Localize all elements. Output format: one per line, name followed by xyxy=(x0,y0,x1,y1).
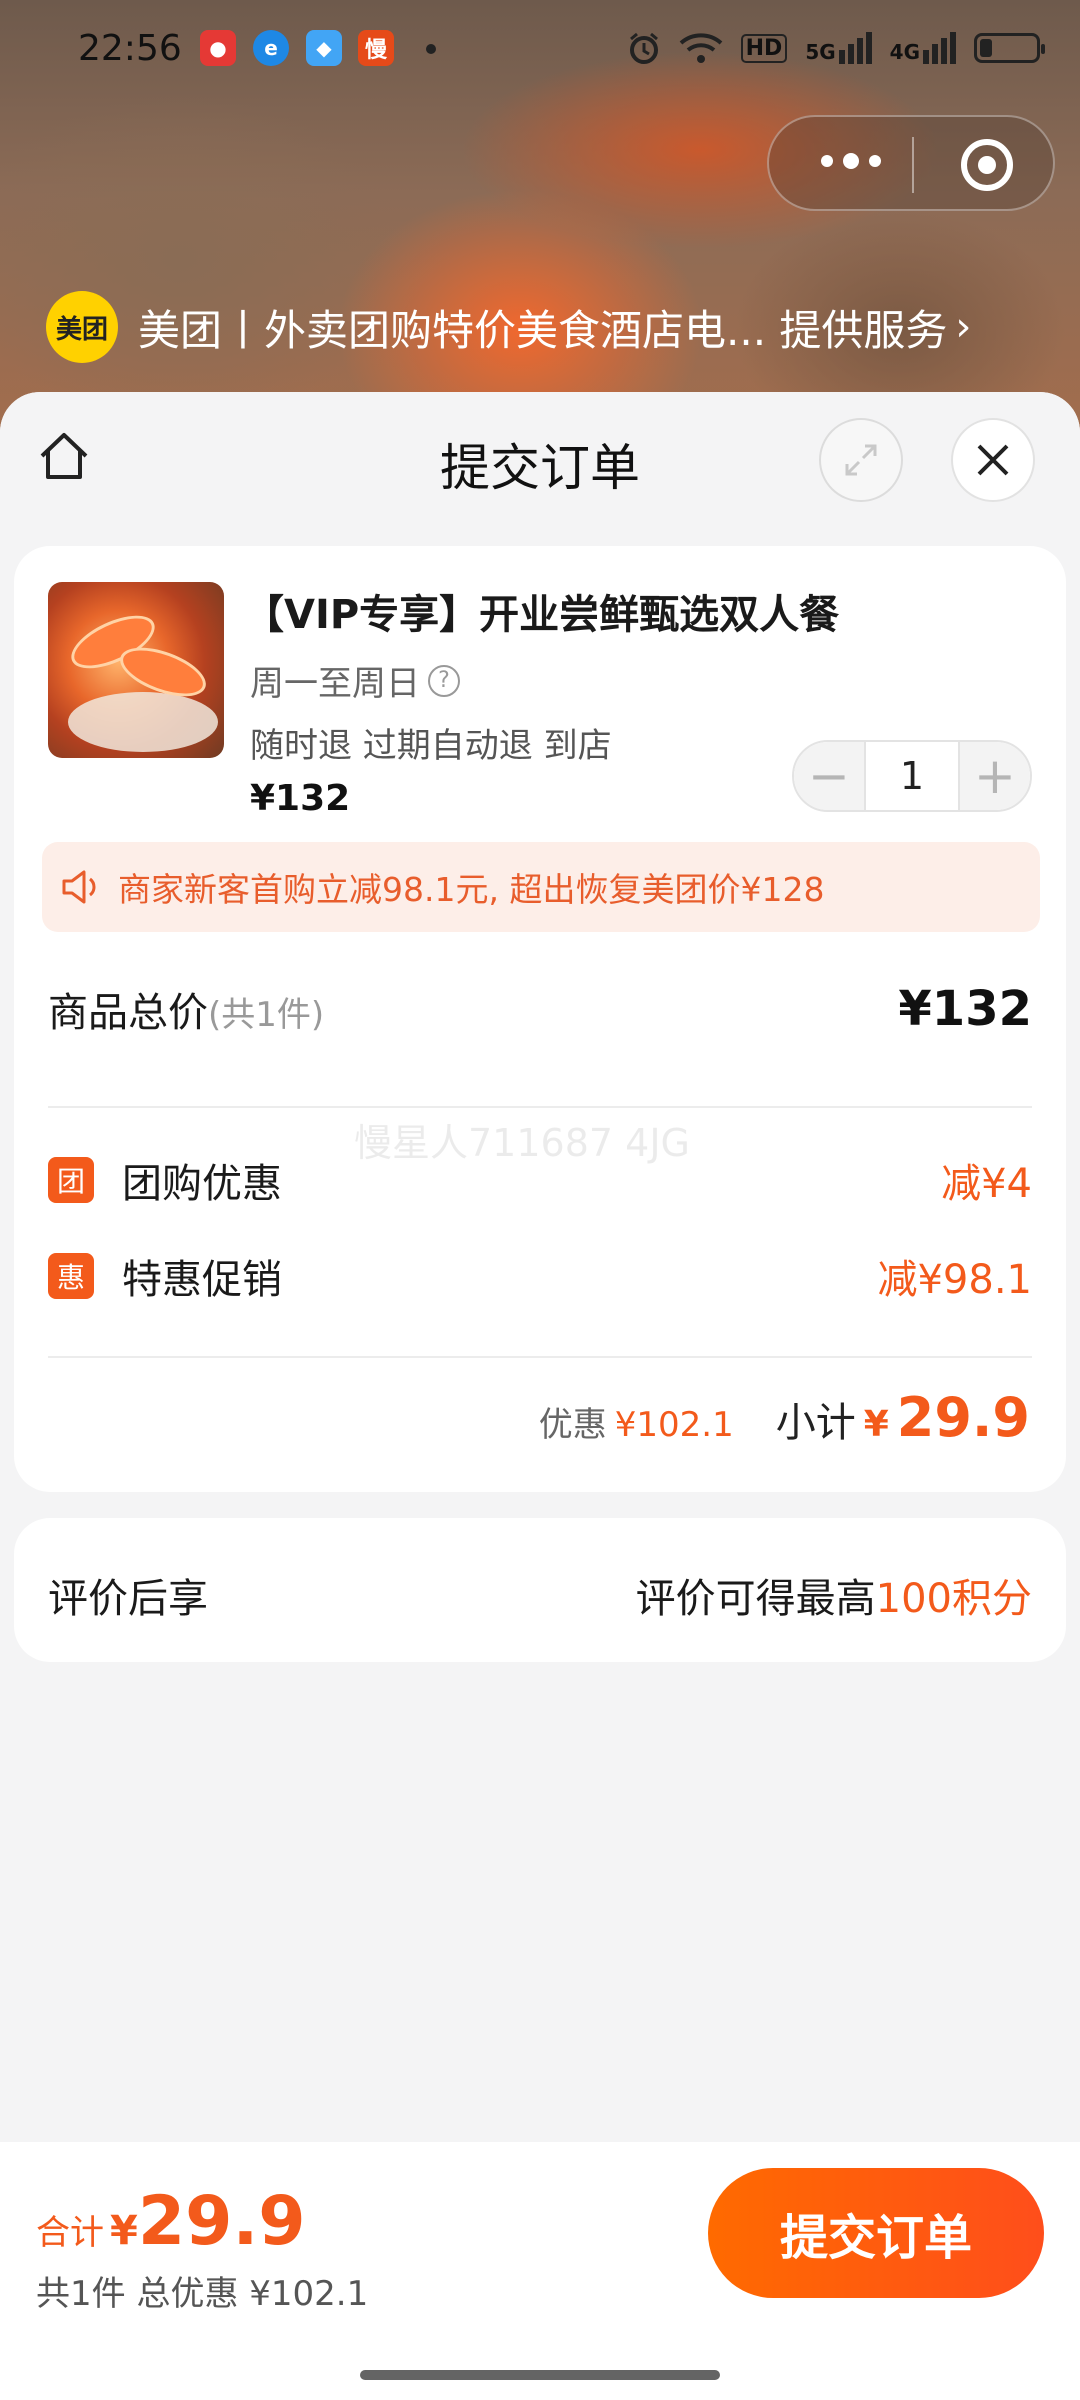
watermark: 慢星人711687 4JG xyxy=(354,1121,690,1165)
grand-total-currency: ¥ xyxy=(110,2208,138,2254)
product-days-text: 周一至周日 xyxy=(250,664,420,704)
battery-icon xyxy=(974,33,1045,63)
signal-4g-icon: 4G xyxy=(890,32,956,64)
close-icon xyxy=(977,444,1009,476)
grand-total: 合计 ¥ 29.9 xyxy=(36,2182,306,2261)
subtotal-row: 优惠 ¥102.1 小计 ¥ 29.9 xyxy=(539,1386,1030,1449)
discount-label: 优惠 xyxy=(538,1405,607,1445)
wifi-icon xyxy=(679,33,722,63)
product-image[interactable] xyxy=(48,582,224,758)
group-buy-label: 团购优惠 xyxy=(122,1161,282,1207)
product-price: ¥132 xyxy=(250,778,351,819)
subtotal-label: 小计 xyxy=(775,1400,856,1446)
signal-5g-icon: 5G xyxy=(805,32,872,64)
hd-indicator: HD xyxy=(740,33,788,63)
chevron-right-icon: › xyxy=(955,304,972,350)
group-buy-badge: 团 xyxy=(48,1157,94,1203)
promo-banner: 商家新客首购立减98.1元, 超出恢复美团价¥128 xyxy=(42,842,1040,932)
signal-4g-label: 4G xyxy=(889,40,920,64)
review-reward-card[interactable]: 评价后享 评价可得最高100积分 xyxy=(14,1518,1066,1662)
goods-total-text: 商品总价 xyxy=(48,990,208,1036)
close-button[interactable] xyxy=(951,418,1035,502)
mini-program-capsule xyxy=(767,115,1055,211)
grand-total-label: 合计 xyxy=(36,2213,104,2253)
review-reward-prefix: 评价可得最高 xyxy=(635,1576,876,1622)
help-icon[interactable]: ? xyxy=(428,664,460,697)
increase-button[interactable]: + xyxy=(960,742,1030,810)
status-time: 22:56 xyxy=(78,28,182,69)
provider-info[interactable]: 美团 美团丨外卖团购特价美食酒店电... 提供服务 › xyxy=(46,290,971,364)
discount-row-promotion: 惠特惠促销 减¥98.1 xyxy=(48,1246,1032,1306)
review-reward-label: 评价后享 xyxy=(48,1576,208,1622)
order-card: 【VIP专享】开业尝鲜甄选双人餐 周一至周日 ? 随时退 过期自动退 到店 ¥1… xyxy=(14,546,1066,1492)
group-buy-value: 减¥4 xyxy=(941,1161,1032,1207)
promotion-badge: 惠 xyxy=(48,1253,94,1299)
blue-app-icon: ◆ xyxy=(306,30,342,66)
product-days[interactable]: 周一至周日 ? xyxy=(250,656,460,705)
product-tags: 随时退 过期自动退 到店 xyxy=(250,726,612,766)
promo-text: 商家新客首购立减98.1元, 超出恢复美团价¥128 xyxy=(118,870,825,909)
goods-total-value: ¥132 xyxy=(898,981,1032,1037)
capsule-divider xyxy=(912,137,914,193)
more-icon[interactable] xyxy=(821,153,881,169)
bottom-bar: 合计 ¥ 29.9 共1件 总优惠 ¥102.1 提交订单 xyxy=(0,2142,1080,2400)
status-indicators: HD 5G 4G xyxy=(627,28,1045,68)
grand-total-detail[interactable]: 共1件 总优惠 ¥102.1 xyxy=(36,2266,368,2315)
quantity-value[interactable]: 1 xyxy=(864,742,960,810)
grand-total-amount: 29.9 xyxy=(137,2182,306,2261)
sheet-header: 提交订单 xyxy=(0,392,1080,532)
quantity-stepper: − 1 + xyxy=(792,740,1032,812)
submit-order-button[interactable]: 提交订单 xyxy=(708,2168,1044,2298)
meituan-logo: 美团 xyxy=(46,291,118,363)
status-bar: 22:56 ● e ◆ 慢 HD 5G 4G xyxy=(0,0,1080,100)
provider-text: 美团丨外卖团购特价美食酒店电... 提供服务 xyxy=(138,305,948,355)
home-indicator[interactable] xyxy=(360,2370,720,2380)
subtotal-currency: ¥ xyxy=(863,1404,889,1445)
expand-icon xyxy=(845,444,877,476)
notification-dot xyxy=(426,44,436,54)
divider xyxy=(48,1356,1032,1358)
subtotal-amount: 29.9 xyxy=(896,1386,1030,1449)
alarm-icon xyxy=(629,32,658,64)
close-program-icon[interactable] xyxy=(961,139,1013,191)
divider xyxy=(48,1106,1032,1108)
speaker-icon xyxy=(62,870,96,904)
review-reward-points: 100积分 xyxy=(875,1576,1032,1622)
page-title: 提交订单 xyxy=(440,439,640,497)
product-title[interactable]: 【VIP专享】开业尝鲜甄选双人餐 xyxy=(244,582,839,640)
goods-total-row: 商品总价(共1件) ¥132 xyxy=(48,974,1032,1044)
browser-app-icon: e xyxy=(253,30,289,66)
goods-count: (共1件) xyxy=(208,995,325,1035)
goods-total-label: 商品总价(共1件) xyxy=(48,980,324,1038)
decrease-button[interactable]: − xyxy=(794,742,864,810)
expand-button[interactable] xyxy=(819,418,903,502)
review-reward-value: 评价可得最高100积分 xyxy=(636,1566,1032,1624)
order-sheet: 提交订单 【VIP专享】开业尝鲜甄选双人餐 周一至周日 ? 随时退 过期自动退 … xyxy=(0,392,1080,2400)
promotion-label: 特惠促销 xyxy=(122,1257,282,1303)
slow-app-icon: 慢 xyxy=(358,30,394,66)
red-app-icon: ● xyxy=(200,30,236,66)
discount-total-value: ¥102.1 xyxy=(614,1405,734,1445)
promotion-value: 减¥98.1 xyxy=(877,1257,1032,1303)
signal-5g-label: 5G xyxy=(805,40,836,64)
